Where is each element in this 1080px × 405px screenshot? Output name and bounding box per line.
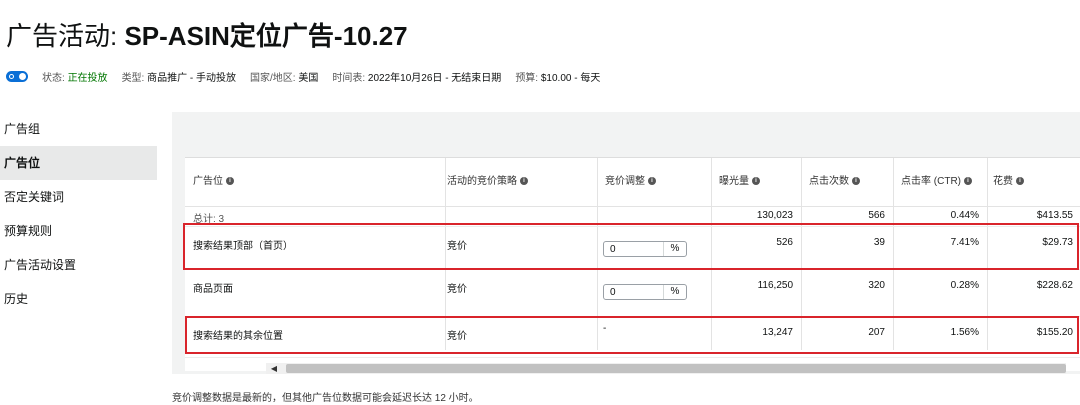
status-meta: 状态: 正在投放	[42, 72, 108, 84]
col-spend[interactable]: 花费 i	[993, 158, 1073, 206]
placement-name: 商品页面	[193, 284, 233, 295]
bid-adjust-input[interactable]: 0%	[603, 284, 687, 300]
sidebar-item-ad-groups[interactable]: 广告组	[0, 112, 157, 146]
status-value: 正在投放	[67, 72, 108, 84]
info-icon: i	[752, 177, 760, 186]
sidebar-item-placements[interactable]: 广告位	[0, 146, 157, 180]
scroll-thumb[interactable]	[286, 364, 1066, 373]
info-icon: i	[1016, 177, 1024, 186]
horizontal-scrollbar[interactable]: ◀	[266, 363, 1066, 374]
info-icon: i	[852, 177, 860, 186]
info-icon: i	[964, 177, 972, 186]
info-icon: i	[520, 177, 528, 186]
total-clicks: 566	[868, 210, 885, 221]
spend-value: $228.62	[1036, 280, 1073, 291]
col-ctr[interactable]: 点击率 (CTR) i	[901, 158, 987, 206]
col-bid-adjust[interactable]: 竞价调整 i	[605, 158, 705, 206]
info-icon: i	[226, 177, 234, 186]
impressions-value: 116,250	[757, 280, 793, 291]
sidebar-item-history[interactable]: 历史	[0, 282, 157, 316]
scroll-left-icon[interactable]: ◀	[266, 363, 282, 374]
sidebar-item-campaign-settings[interactable]: 广告活动设置	[0, 248, 157, 282]
table-row: 商品页面 竞价 0% 116,250 320 0.28% $228.62	[185, 270, 1080, 317]
type-meta: 类型: 商品推广 - 手动投放	[121, 72, 237, 84]
col-placement[interactable]: 广告位 i	[193, 158, 443, 206]
page-title: 广告活动: SP-ASIN定位广告-10.27	[6, 20, 408, 52]
campaign-name: SP-ASIN定位广告-10.27	[124, 21, 408, 51]
total-spend: $413.55	[1036, 210, 1073, 221]
status-toggle[interactable]	[6, 70, 28, 82]
total-ctr: 0.44%	[950, 210, 979, 221]
campaign-meta: 状态: 正在投放 类型: 商品推广 - 手动投放 国家/地区: 美国 时间表: …	[6, 68, 614, 84]
col-strategy[interactable]: 活动的竞价策略 i	[447, 158, 597, 206]
info-icon: i	[648, 177, 656, 186]
title-prefix: 广告活动:	[6, 21, 125, 51]
sidebar-item-negative-keywords[interactable]: 否定关键词	[0, 180, 157, 214]
data-delay-note: 竞价调整数据是最新的，但其他广告位数据可能会延迟长达 12 小时。	[172, 393, 479, 404]
table-header: 广告位 i 活动的竞价策略 i 竞价调整 i 曝光量 i 点击次数 i 点击率 (CTR)…	[185, 158, 1080, 207]
ctr-value: 0.28%	[950, 280, 979, 291]
country-meta: 国家/地区: 美国	[250, 72, 319, 84]
schedule-meta: 时间表: 2022年10月26日 - 无结束日期	[332, 72, 502, 84]
total-impressions: 130,023	[756, 210, 793, 221]
highlight-box	[185, 316, 1079, 354]
col-clicks[interactable]: 点击次数 i	[809, 158, 889, 206]
budget-meta: 预算: $10.00 - 每天	[515, 72, 601, 84]
highlight-box	[183, 223, 1079, 270]
bid-strategy: 竞价	[447, 284, 467, 295]
sidebar-item-budget-rules[interactable]: 预算规则	[0, 214, 157, 248]
clicks-value: 320	[868, 280, 885, 291]
col-impressions[interactable]: 曝光量 i	[719, 158, 799, 206]
sidebar: 广告组 广告位 否定关键词 预算规则 广告活动设置 历史	[0, 112, 157, 316]
